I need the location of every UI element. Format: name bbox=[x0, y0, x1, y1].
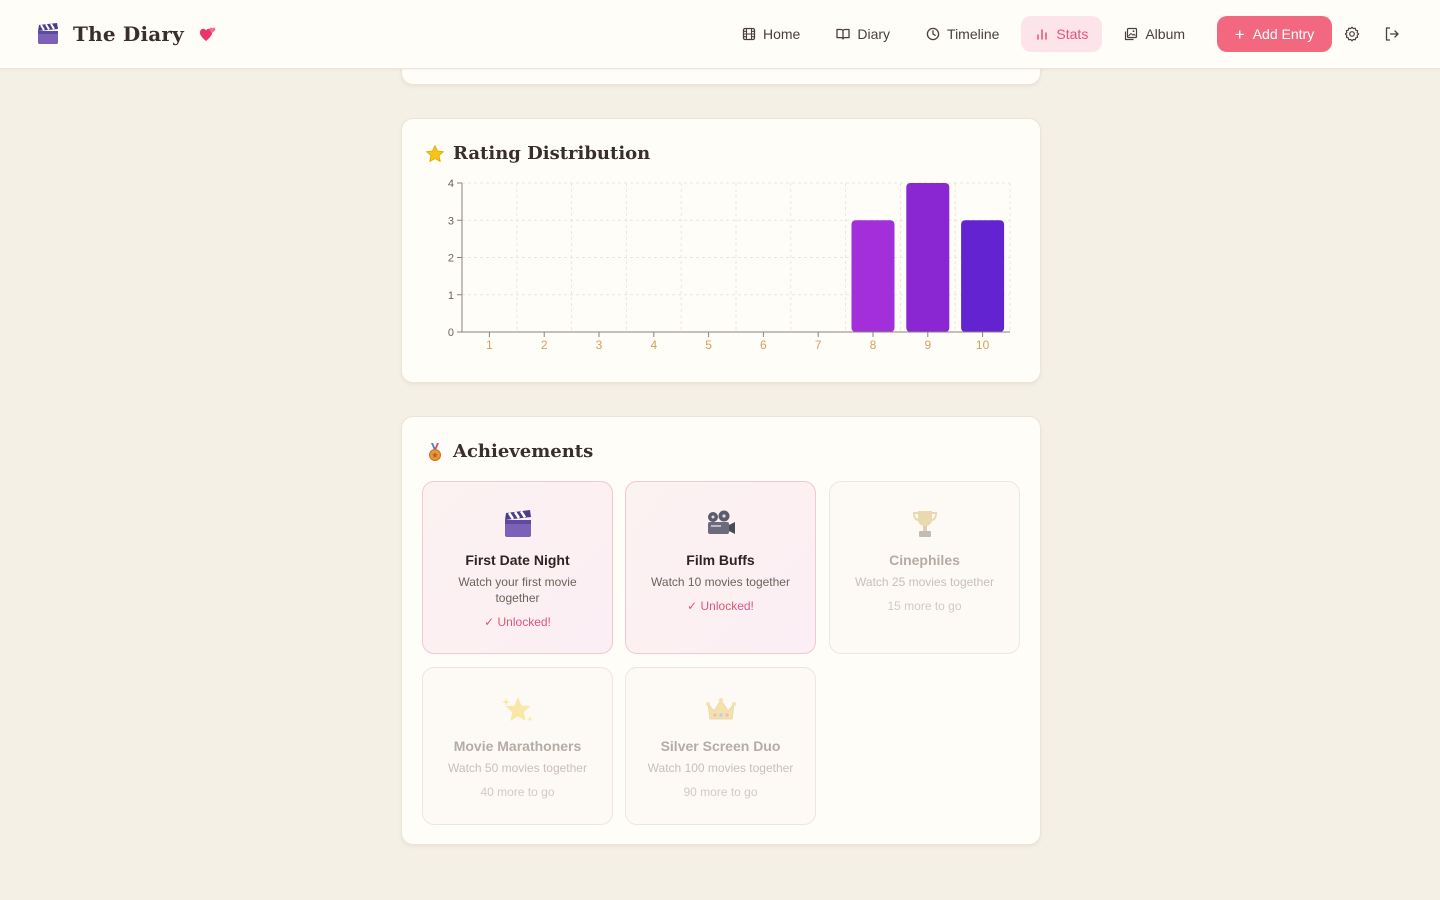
achievements-title: Achievements bbox=[453, 441, 594, 462]
rating-distribution-card: Rating Distribution 0 1 2 3 4 1 2 3 4 5 6 7 8 9 10 bbox=[401, 118, 1041, 383]
achievements-card: Achievements First Date Night Watch your… bbox=[401, 416, 1041, 845]
achievement-first-date-night: First Date Night Watch your first movie … bbox=[422, 481, 613, 654]
x-tick-label: 4 bbox=[650, 338, 657, 352]
top-navbar: The Diary Home Diary Timeline Stats Albu… bbox=[0, 0, 1440, 69]
achievement-name: Silver Screen Duo bbox=[660, 738, 781, 754]
nav-diary[interactable]: Diary bbox=[822, 16, 904, 52]
achievement-status: 40 more to go bbox=[480, 785, 555, 799]
achievement-film-buffs: Film Buffs Watch 10 movies together ✓ Un… bbox=[625, 481, 816, 654]
logout-button[interactable] bbox=[1383, 25, 1401, 43]
trophy-icon bbox=[830, 508, 1019, 542]
brand[interactable]: The Diary bbox=[36, 18, 218, 50]
y-tick-label: 4 bbox=[448, 178, 454, 190]
achievement-silver-screen-duo: Silver Screen Duo Watch 100 movies toget… bbox=[625, 667, 816, 825]
chart-bar-10 bbox=[961, 220, 1005, 332]
nav-album[interactable]: Album bbox=[1110, 16, 1199, 52]
film-projector-icon bbox=[626, 508, 815, 542]
nav-home[interactable]: Home bbox=[728, 16, 814, 52]
x-tick-label: 3 bbox=[596, 338, 603, 352]
medal-icon bbox=[425, 442, 445, 462]
x-tick-label: 9 bbox=[924, 338, 931, 352]
nav-timeline-label: Timeline bbox=[947, 26, 1000, 42]
plus-icon: + bbox=[1234, 24, 1245, 44]
chart-bar-9 bbox=[906, 183, 950, 332]
x-tick-label: 10 bbox=[976, 338, 990, 352]
settings-button[interactable] bbox=[1343, 25, 1361, 43]
crown-icon bbox=[626, 694, 815, 728]
app-title: The Diary bbox=[73, 22, 184, 46]
x-tick-label: 2 bbox=[541, 338, 548, 352]
chart-bar-8 bbox=[851, 220, 895, 332]
film-icon bbox=[742, 27, 756, 41]
add-entry-label: Add Entry bbox=[1252, 26, 1315, 42]
x-tick-label: 8 bbox=[870, 338, 877, 352]
nav-diary-label: Diary bbox=[857, 26, 891, 42]
heart-icon bbox=[198, 24, 218, 44]
achievement-movie-marathoners: Movie Marathoners Watch 50 movies togeth… bbox=[422, 667, 613, 825]
clapperboard-icon bbox=[423, 508, 612, 542]
clapperboard-icon bbox=[36, 22, 60, 46]
achievement-desc: Watch 25 movies together bbox=[855, 575, 994, 589]
achievement-desc: Watch 50 movies together bbox=[448, 761, 587, 775]
nav-stats[interactable]: Stats bbox=[1021, 16, 1103, 52]
nav-stats-label: Stats bbox=[1056, 26, 1089, 42]
achievement-desc: Watch 100 movies together bbox=[647, 761, 794, 775]
main-nav: Home Diary Timeline Stats Album bbox=[728, 16, 1207, 52]
image-icon bbox=[1125, 27, 1138, 41]
x-tick-label: 1 bbox=[486, 338, 493, 352]
achievement-desc: Watch 10 movies together bbox=[651, 575, 790, 589]
achievement-status: ✓ Unlocked! bbox=[484, 615, 551, 629]
rating-bar-chart: 0 1 2 3 4 1 2 3 4 5 6 7 8 9 10 bbox=[448, 178, 1011, 352]
achievement-status: 90 more to go bbox=[683, 785, 758, 799]
nav-home-label: Home bbox=[763, 26, 801, 42]
x-tick-label: 7 bbox=[815, 338, 822, 352]
book-open-icon bbox=[836, 28, 851, 40]
y-tick-label: 2 bbox=[448, 253, 454, 265]
achievement-status: 15 more to go bbox=[887, 599, 962, 613]
logout-icon bbox=[1385, 27, 1399, 41]
achievement-name: Cinephiles bbox=[889, 552, 960, 568]
add-entry-button[interactable]: + Add Entry bbox=[1217, 16, 1332, 52]
x-tick-label: 6 bbox=[760, 338, 767, 352]
achievement-desc: Watch your first movie together bbox=[458, 575, 577, 605]
bar-chart-icon bbox=[1037, 29, 1048, 40]
y-tick-label: 0 bbox=[448, 327, 454, 339]
gear-icon bbox=[1344, 26, 1360, 42]
nav-timeline[interactable]: Timeline bbox=[912, 16, 1013, 52]
achievement-cinephiles: Cinephiles Watch 25 movies together 15 m… bbox=[829, 481, 1020, 654]
y-tick-label: 3 bbox=[448, 215, 454, 227]
clock-icon bbox=[926, 27, 940, 41]
achievement-name: First Date Night bbox=[465, 552, 570, 568]
x-tick-label: 5 bbox=[705, 338, 712, 352]
nav-album-label: Album bbox=[1145, 26, 1186, 42]
achievement-status: ✓ Unlocked! bbox=[687, 599, 754, 613]
y-tick-label: 1 bbox=[448, 290, 454, 302]
achievement-name: Movie Marathoners bbox=[453, 738, 582, 754]
sparkle-star-icon bbox=[423, 694, 612, 728]
achievements-header: Achievements bbox=[425, 441, 593, 462]
achievement-name: Film Buffs bbox=[686, 552, 755, 568]
